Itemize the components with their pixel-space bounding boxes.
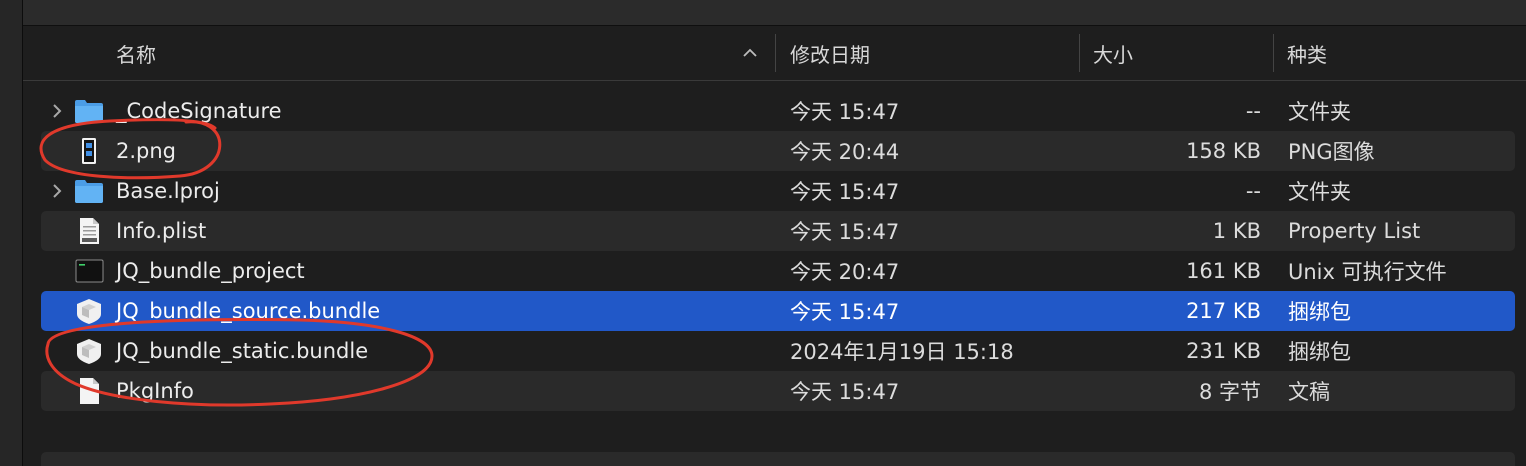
file-size: 8 字节 bbox=[1198, 380, 1261, 404]
file-kind: Unix 可执行文件 bbox=[1288, 260, 1447, 284]
column-header-kind[interactable]: 种类 bbox=[1287, 26, 1327, 80]
file-name: JQ_bundle_source.bundle bbox=[116, 299, 381, 323]
file-size: -- bbox=[1245, 99, 1261, 123]
document-icon bbox=[80, 378, 99, 404]
file-row[interactable]: JQ_bundle_project 今天 20:47 161 KB Unix 可… bbox=[41, 251, 1515, 291]
file-date: 今天 15:47 bbox=[790, 220, 900, 244]
file-name: Info.plist bbox=[116, 219, 207, 243]
file-name: JQ_bundle_static.bundle bbox=[116, 339, 369, 363]
file-size: 217 KB bbox=[1186, 299, 1261, 323]
folder-icon bbox=[75, 180, 103, 203]
plist-file-icon bbox=[80, 218, 99, 244]
terminal-executable-icon bbox=[75, 259, 104, 283]
file-kind: 文件夹 bbox=[1288, 100, 1351, 124]
column-divider[interactable] bbox=[1079, 34, 1080, 72]
file-row[interactable]: Base.lproj 今天 15:47 -- 文件夹 bbox=[41, 171, 1515, 211]
file-list: _CodeSignature 今天 15:47 -- 文件夹 2.png 今天 … bbox=[41, 91, 1515, 411]
file-size: 1 KB bbox=[1212, 219, 1261, 243]
file-date: 今天 15:47 bbox=[790, 180, 900, 204]
column-header-name[interactable]: 名称 bbox=[116, 26, 156, 80]
column-divider[interactable] bbox=[1273, 34, 1274, 72]
file-kind: 文稿 bbox=[1288, 380, 1330, 404]
file-row[interactable]: JQ_bundle_static.bundle 2024年1月19日 15:18… bbox=[41, 331, 1515, 371]
column-header-date[interactable]: 修改日期 bbox=[790, 26, 870, 80]
bundle-icon bbox=[77, 339, 101, 364]
column-header-date-label: 修改日期 bbox=[790, 42, 870, 67]
list-footer-bar bbox=[41, 452, 1515, 466]
file-name: Base.lproj bbox=[116, 179, 220, 203]
column-divider[interactable] bbox=[775, 34, 776, 72]
file-row[interactable]: 2.png 今天 20:44 158 KB PNG图像 bbox=[41, 131, 1515, 171]
bundle-icon bbox=[77, 299, 101, 324]
chevron-right-icon[interactable] bbox=[49, 99, 65, 123]
window-top-bar bbox=[23, 0, 1526, 26]
file-name: JQ_bundle_project bbox=[116, 259, 305, 283]
file-name: _CodeSignature bbox=[116, 99, 282, 123]
file-date: 2024年1月19日 15:18 bbox=[790, 340, 1014, 364]
file-name: 2.png bbox=[116, 139, 177, 163]
file-size: 158 KB bbox=[1186, 139, 1261, 163]
file-row-selected[interactable]: JQ_bundle_source.bundle 今天 15:47 217 KB … bbox=[41, 291, 1515, 331]
file-kind: Property List bbox=[1288, 219, 1421, 243]
file-size: -- bbox=[1245, 179, 1261, 203]
column-header-size[interactable]: 大小 bbox=[1093, 26, 1133, 80]
file-kind: PNG图像 bbox=[1288, 140, 1375, 164]
file-row[interactable]: PkgInfo 今天 15:47 8 字节 文稿 bbox=[41, 371, 1515, 411]
window-left-edge bbox=[0, 0, 23, 466]
file-kind: 捆绑包 bbox=[1288, 340, 1351, 364]
sort-ascending-icon[interactable] bbox=[741, 44, 759, 62]
file-size: 231 KB bbox=[1186, 339, 1261, 363]
file-date: 今天 15:47 bbox=[790, 100, 900, 124]
chevron-right-icon[interactable] bbox=[49, 179, 65, 203]
file-kind: 文件夹 bbox=[1288, 180, 1351, 204]
column-header-size-label: 大小 bbox=[1093, 42, 1133, 67]
image-file-icon bbox=[82, 138, 96, 164]
folder-icon bbox=[75, 100, 103, 123]
column-header-bar: 名称 修改日期 大小 种类 bbox=[23, 26, 1526, 81]
file-size: 161 KB bbox=[1186, 259, 1261, 283]
file-date: 今天 20:47 bbox=[790, 260, 900, 284]
file-date: 今天 15:47 bbox=[790, 380, 900, 404]
file-row[interactable]: Info.plist 今天 15:47 1 KB Property List bbox=[41, 211, 1515, 251]
file-date: 今天 20:44 bbox=[790, 140, 900, 164]
column-header-name-label: 名称 bbox=[116, 42, 156, 67]
file-kind: 捆绑包 bbox=[1288, 300, 1351, 324]
column-header-kind-label: 种类 bbox=[1287, 42, 1327, 67]
file-row[interactable]: _CodeSignature 今天 15:47 -- 文件夹 bbox=[41, 91, 1515, 131]
file-date: 今天 15:47 bbox=[790, 300, 900, 324]
file-name: PkgInfo bbox=[116, 379, 194, 403]
